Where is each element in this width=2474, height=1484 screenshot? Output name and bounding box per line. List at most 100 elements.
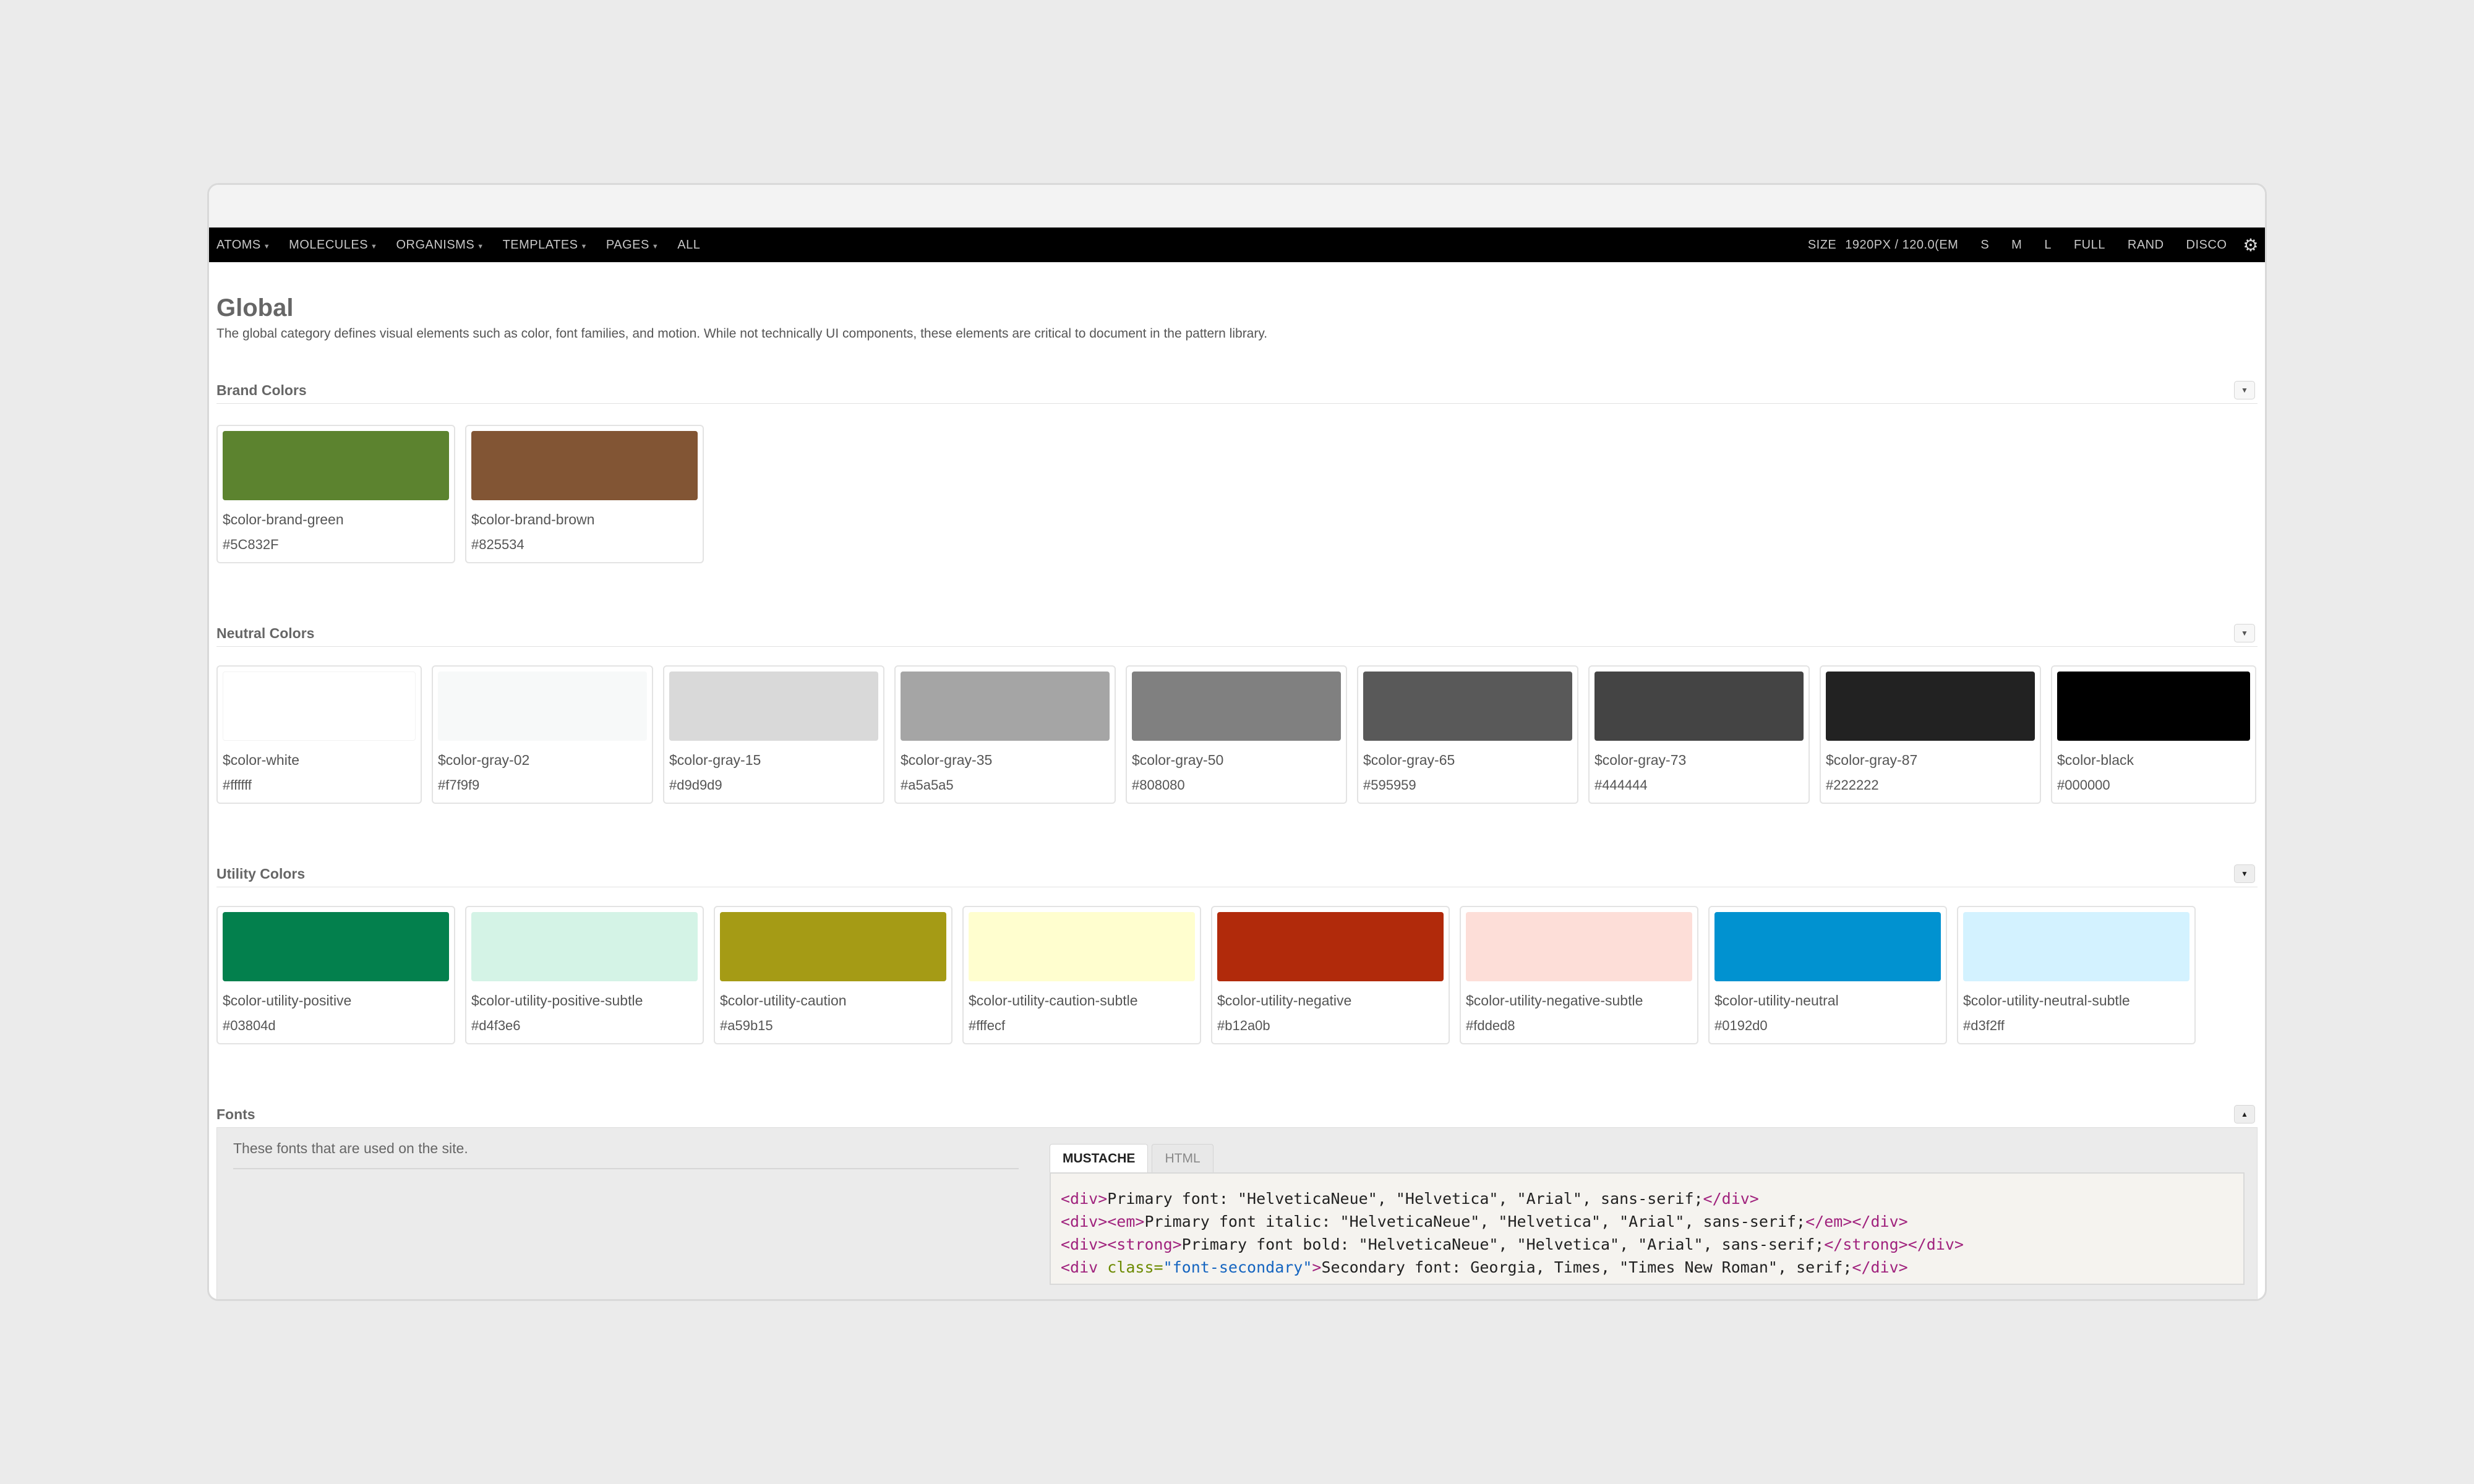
chevron-down-icon: ▼ bbox=[477, 242, 484, 250]
color-chip bbox=[1714, 912, 1941, 981]
swatch-hex: #d9d9d9 bbox=[669, 777, 722, 793]
color-chip bbox=[223, 431, 449, 500]
swatch-card: $color-utility-neutral #0192d0 bbox=[1708, 906, 1947, 1044]
tab-mustache[interactable]: MUSTACHE bbox=[1050, 1144, 1149, 1172]
fonts-panel: These fonts that are used on the site. M… bbox=[216, 1127, 2258, 1299]
code-tabs: MUSTACHE HTML bbox=[1050, 1144, 2245, 1172]
swatch-hex: #0192d0 bbox=[1714, 1018, 1768, 1033]
color-chip bbox=[1963, 912, 2189, 981]
nav-item-molecules[interactable]: MOLECULES ▼ bbox=[289, 238, 377, 252]
code-line: <div><em>Primary font italic: "Helvetica… bbox=[1061, 1213, 1908, 1230]
size-small-button[interactable]: S bbox=[1980, 238, 1989, 252]
color-chip bbox=[2057, 672, 2250, 741]
nav-item-all[interactable]: ALL bbox=[677, 238, 700, 252]
swatch-hex: #222222 bbox=[1826, 777, 1879, 793]
swatch-hex: #5C832F bbox=[223, 537, 279, 552]
section-title: Neutral Colors bbox=[216, 625, 315, 641]
size-large-button[interactable]: L bbox=[2044, 238, 2052, 252]
swatch-name: $color-utility-caution bbox=[720, 992, 847, 1009]
section-toggle-button[interactable]: ▼ bbox=[2234, 381, 2255, 399]
chevron-down-icon: ▼ bbox=[580, 242, 588, 250]
size-value[interactable]: 1920PX / 120.0(EM bbox=[1845, 238, 1958, 252]
swatch-name: $color-utility-negative bbox=[1217, 992, 1352, 1009]
swatch-hex: #000000 bbox=[2057, 777, 2110, 793]
swatch-card: $color-gray-87 #222222 bbox=[1820, 665, 2041, 804]
color-chip bbox=[1466, 912, 1692, 981]
fonts-description: These fonts that are used on the site. bbox=[233, 1140, 1019, 1169]
fonts-section: Fonts ▲ These fonts that are used on the… bbox=[216, 1101, 2258, 1299]
swatch-card: $color-utility-negative #b12a0b bbox=[1211, 906, 1450, 1044]
swatch-name: $color-utility-neutral-subtle bbox=[1963, 992, 2130, 1009]
neutral-colors-section: Neutral Colors ▼ $color-white #ffffff $c… bbox=[216, 620, 2258, 804]
swatch-hex: #ffffff bbox=[223, 777, 252, 793]
section-title: Fonts bbox=[216, 1106, 255, 1122]
swatch-card: $color-gray-15 #d9d9d9 bbox=[663, 665, 884, 804]
nav-categories: ATOMS ▼ MOLECULES ▼ ORGANISMS ▼ TEMPLATES ▼ … bbox=[216, 238, 719, 252]
nav-item-pages[interactable]: PAGES ▼ bbox=[606, 238, 659, 252]
nav-item-label: MOLECULES bbox=[289, 237, 369, 252]
color-chip bbox=[969, 912, 1195, 981]
page-title: Global bbox=[216, 294, 294, 322]
color-chip bbox=[720, 912, 946, 981]
swatch-card: $color-white #ffffff bbox=[216, 665, 422, 804]
section-title: Utility Colors bbox=[216, 865, 306, 882]
nav-item-templates[interactable]: TEMPLATES ▼ bbox=[503, 238, 588, 252]
section-toggle-button[interactable]: ▼ bbox=[2234, 624, 2255, 642]
swatch-name: $color-black bbox=[2057, 752, 2134, 768]
size-medium-button[interactable]: M bbox=[2011, 238, 2022, 252]
browser-window: ATOMS ▼ MOLECULES ▼ ORGANISMS ▼ TEMPLATES ▼ … bbox=[207, 183, 2267, 1301]
color-chip bbox=[1217, 912, 1444, 981]
disco-mode-button[interactable]: DISCO bbox=[2186, 238, 2227, 252]
swatch-card: $color-brand-brown #825534 bbox=[465, 425, 704, 563]
swatch-hex: #a59b15 bbox=[720, 1018, 773, 1033]
size-full-button[interactable]: FULL bbox=[2074, 238, 2105, 252]
nav-item-label: ATOMS bbox=[216, 237, 261, 252]
swatch-card: $color-brand-green #5C832F bbox=[216, 425, 455, 563]
nav-viewport-controls: SIZE 1920PX / 120.0(EM S M L FULL RAND D… bbox=[1808, 235, 2259, 255]
section-header: Brand Colors ▼ bbox=[216, 377, 2258, 404]
section-header: Fonts ▲ bbox=[216, 1101, 2258, 1127]
chevron-down-icon: ▼ bbox=[370, 242, 378, 250]
swatch-hex: #808080 bbox=[1132, 777, 1185, 793]
section-toggle-button[interactable]: ▼ bbox=[2234, 864, 2255, 883]
swatch-name: $color-utility-negative-subtle bbox=[1466, 992, 1643, 1009]
swatch-card: $color-utility-caution #a59b15 bbox=[714, 906, 952, 1044]
nav-item-atoms[interactable]: ATOMS ▼ bbox=[216, 238, 270, 252]
page-description: The global category defines visual eleme… bbox=[216, 326, 1268, 341]
swatch-name: $color-gray-02 bbox=[438, 752, 530, 768]
swatch-list: $color-utility-positive #03804d $color-u… bbox=[216, 906, 2258, 1044]
chevron-down-icon: ▼ bbox=[2241, 629, 2248, 638]
section-toggle-button[interactable]: ▲ bbox=[2234, 1105, 2255, 1124]
code-viewer: MUSTACHE HTML <div>Primary font: "Helvet… bbox=[1050, 1144, 2245, 1285]
swatch-card: $color-utility-caution-subtle #fffecf bbox=[962, 906, 1201, 1044]
utility-colors-section: Utility Colors ▼ $color-utility-positive… bbox=[216, 861, 2258, 1044]
color-chip bbox=[1363, 672, 1572, 741]
size-random-button[interactable]: RAND bbox=[2128, 238, 2164, 252]
code-block: <div>Primary font: "HelveticaNeue", "Hel… bbox=[1050, 1172, 2245, 1285]
nav-item-organisms[interactable]: ORGANISMS ▼ bbox=[396, 238, 484, 252]
swatch-hex: #f7f9f9 bbox=[438, 777, 480, 793]
chevron-down-icon: ▼ bbox=[2241, 386, 2248, 394]
swatch-hex: #fdded8 bbox=[1466, 1018, 1515, 1033]
page-content: Global The global category defines visua… bbox=[209, 262, 2265, 1299]
nav-item-label: ORGANISMS bbox=[396, 237, 475, 252]
gear-icon[interactable]: ⚙ bbox=[2243, 235, 2259, 255]
swatch-hex: #03804d bbox=[223, 1018, 276, 1033]
chevron-down-icon: ▼ bbox=[2241, 869, 2248, 878]
color-chip bbox=[471, 912, 698, 981]
swatch-name: $color-utility-neutral bbox=[1714, 992, 1839, 1009]
swatch-card: $color-utility-neutral-subtle #d3f2ff bbox=[1957, 906, 2196, 1044]
swatch-hex: #444444 bbox=[1594, 777, 1648, 793]
chevron-up-icon: ▲ bbox=[2241, 1110, 2248, 1119]
swatch-card: $color-utility-negative-subtle #fdded8 bbox=[1460, 906, 1698, 1044]
nav-item-label: PAGES bbox=[606, 237, 649, 252]
swatch-name: $color-utility-caution-subtle bbox=[969, 992, 1138, 1009]
color-chip bbox=[223, 912, 449, 981]
color-chip bbox=[438, 672, 647, 741]
swatch-list: $color-white #ffffff $color-gray-02 #f7f… bbox=[216, 665, 2258, 804]
color-chip bbox=[901, 672, 1110, 741]
color-chip bbox=[223, 672, 416, 741]
swatch-name: $color-gray-15 bbox=[669, 752, 761, 768]
color-chip bbox=[669, 672, 878, 741]
tab-html[interactable]: HTML bbox=[1152, 1144, 1213, 1172]
